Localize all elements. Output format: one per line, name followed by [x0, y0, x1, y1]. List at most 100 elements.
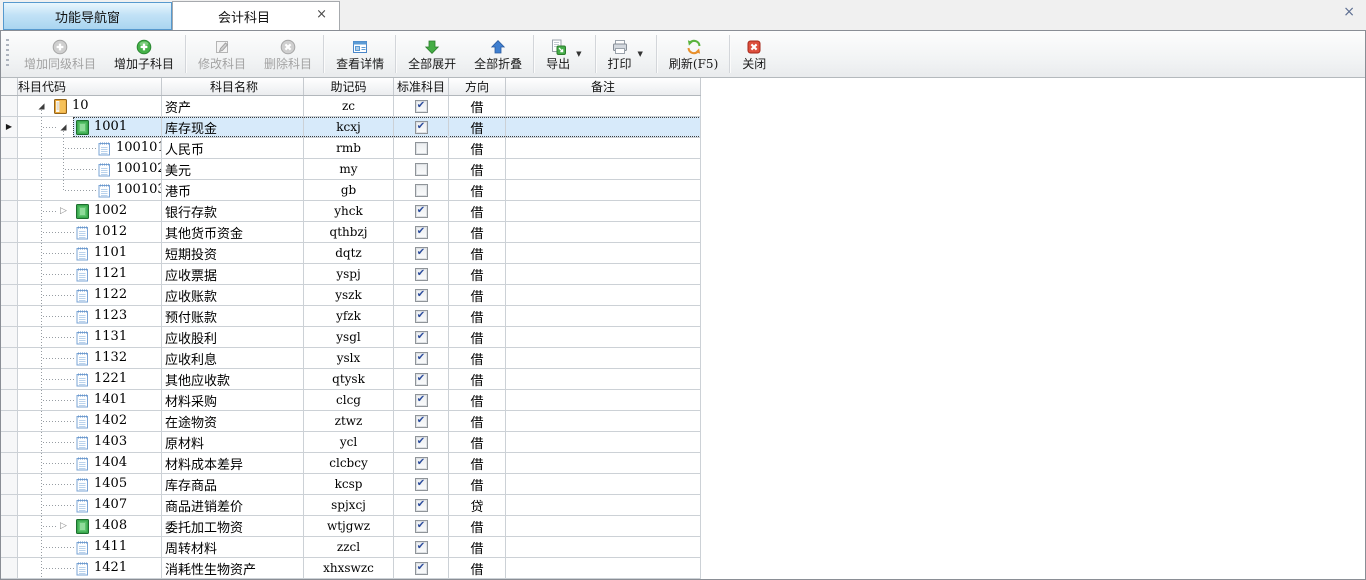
checkbox-check-icon: ✔ [417, 248, 425, 258]
tab-label: 会计科目 [218, 7, 270, 26]
standard-subject-checkbox[interactable] [415, 163, 428, 176]
tree-guide-tick [43, 127, 57, 128]
print-dropdown-caret[interactable]: ▼ [636, 50, 645, 58]
standard-subject-checkbox[interactable]: ✔ [415, 100, 428, 113]
standard-subject-checkbox[interactable]: ✔ [415, 415, 428, 428]
standard-subject-checkbox[interactable]: ✔ [415, 268, 428, 281]
table-row[interactable]: 100102美元my借 [1, 159, 701, 180]
table-row[interactable]: 1421消耗性生物资产xhxswzc✔借 [1, 558, 701, 579]
toolbar-button-refresh[interactable]: 刷新(F5) [660, 33, 727, 75]
subject-code-cell: 100103 [18, 180, 162, 200]
mnemonic-cell: wtjgwz [304, 516, 394, 536]
standard-subject-checkbox[interactable]: ✔ [415, 373, 428, 386]
toolbar-button-collapse-all[interactable]: 全部折叠 [465, 33, 531, 75]
window-close-icon[interactable]: × [1343, 4, 1355, 20]
standard-subject-checkbox[interactable]: ✔ [415, 226, 428, 239]
table-row[interactable]: 1403原材料ycl✔借 [1, 432, 701, 453]
remark-cell [506, 537, 701, 557]
checkbox-check-icon: ✔ [417, 122, 425, 132]
column-header-dir[interactable]: 方向 [449, 78, 506, 95]
toolbar-button-label: 修改科目 [198, 58, 246, 70]
expand-node-icon[interactable]: ▷ [58, 521, 69, 531]
table-row[interactable]: 1411周转材料zzcl✔借 [1, 537, 701, 558]
standard-subject-checkbox[interactable]: ✔ [415, 121, 428, 134]
table-row[interactable]: 1122应收账款yszk✔借 [1, 285, 701, 306]
mnemonic-cell: gb [304, 180, 394, 200]
column-header-remark[interactable]: 备注 [506, 78, 701, 95]
export-dropdown-caret[interactable]: ▼ [574, 50, 583, 58]
standard-subject-checkbox[interactable]: ✔ [415, 520, 428, 533]
collapse-node-icon[interactable]: ◢ [36, 102, 47, 111]
subject-name-cell: 预付账款 [162, 306, 304, 326]
table-row[interactable]: 1132应收利息yslx✔借 [1, 348, 701, 369]
standard-subject-checkbox[interactable]: ✔ [415, 394, 428, 407]
tab-close-icon[interactable]: × [316, 8, 327, 21]
standard-subject-checkbox[interactable]: ✔ [415, 562, 428, 575]
column-header-code[interactable]: 科目代码 [18, 78, 162, 95]
table-row[interactable]: 1407商品进销差价spjxcj✔贷 [1, 495, 701, 516]
standard-subject-checkbox[interactable]: ✔ [415, 478, 428, 491]
table-row[interactable]: 1401材料采购clcg✔借 [1, 390, 701, 411]
direction-cell: 借 [449, 369, 506, 389]
direction-cell: 借 [449, 432, 506, 452]
mnemonic-cell: ztwz [304, 411, 394, 431]
standard-subject-checkbox[interactable] [415, 184, 428, 197]
toolbar-button-edit[interactable]: 修改科目 [189, 33, 255, 75]
tree-guide-line [41, 264, 42, 284]
column-header-std[interactable]: 标准科目 [394, 78, 449, 95]
expand-node-icon[interactable]: ▷ [58, 206, 69, 216]
row-indicator-cell [1, 453, 18, 473]
toolbar-button-export[interactable]: 导出▼ [537, 33, 592, 75]
standard-subject-checkbox[interactable]: ✔ [415, 499, 428, 512]
subject-code: 1121 [94, 264, 127, 284]
direction-cell: 借 [449, 453, 506, 473]
table-row[interactable]: 1221其他应收款qtysk✔借 [1, 369, 701, 390]
table-row[interactable]: 1405库存商品kcsp✔借 [1, 474, 701, 495]
standard-subject-checkbox[interactable]: ✔ [415, 310, 428, 323]
standard-subject-checkbox[interactable]: ✔ [415, 541, 428, 554]
tab-accounting-subjects[interactable]: 会计科目 × [172, 1, 340, 30]
standard-subject-checkbox[interactable]: ✔ [415, 205, 428, 218]
table-row[interactable]: ◢10资产zc✔借 [1, 96, 701, 117]
table-row[interactable]: 100103港币gb借 [1, 180, 701, 201]
column-header-name[interactable]: 科目名称 [162, 78, 304, 95]
table-row[interactable]: 1402在途物资ztwz✔借 [1, 411, 701, 432]
row-indicator-cell [1, 369, 18, 389]
standard-subject-checkbox[interactable]: ✔ [415, 331, 428, 344]
toolbar-button-view-details[interactable]: 查看详情 [327, 33, 393, 75]
toolbar-button-delete[interactable]: 删除科目 [255, 33, 321, 75]
sheet-icon [76, 267, 89, 282]
column-header-mnem[interactable]: 助记码 [304, 78, 394, 95]
toolbar-button-add-sibling[interactable]: 增加同级科目 [15, 33, 105, 75]
table-row[interactable]: 1404材料成本差异clcbcy✔借 [1, 453, 701, 474]
toolbar-button-print[interactable]: 打印▼ [599, 33, 654, 75]
standard-subject-checkbox[interactable]: ✔ [415, 436, 428, 449]
subject-code-cell: 1401 [18, 390, 162, 410]
standard-subject-checkbox[interactable]: ✔ [415, 457, 428, 470]
tree-guide-line [41, 285, 42, 305]
table-row[interactable]: 1121应收票据yspj✔借 [1, 264, 701, 285]
table-row[interactable]: 100101人民币rmb借 [1, 138, 701, 159]
remark-cell [506, 117, 701, 137]
tab-function-nav[interactable]: 功能导航窗 [3, 2, 172, 30]
table-row[interactable]: 1131应收股利ysgl✔借 [1, 327, 701, 348]
mnemonic-cell: yslx [304, 348, 394, 368]
standard-subject-checkbox[interactable]: ✔ [415, 289, 428, 302]
tree-guide-line [41, 159, 42, 179]
table-row[interactable]: ▶◢1001库存现金kcxj✔借 [1, 117, 701, 138]
remark-cell [506, 432, 701, 452]
standard-subject-checkbox[interactable] [415, 142, 428, 155]
table-row[interactable]: ▷1408委托加工物资wtjgwz✔借 [1, 516, 701, 537]
subject-code-cell: 1405 [18, 474, 162, 494]
toolbar-button-close[interactable]: 关闭 [733, 33, 775, 75]
collapse-node-icon[interactable]: ◢ [58, 123, 69, 132]
table-row[interactable]: 1012其他货币资金qthbzj✔借 [1, 222, 701, 243]
table-row[interactable]: 1123预付账款yfzk✔借 [1, 306, 701, 327]
standard-subject-checkbox[interactable]: ✔ [415, 352, 428, 365]
toolbar-grip-icon[interactable] [6, 39, 9, 69]
toolbar-button-add-child[interactable]: 增加子科目 [105, 33, 183, 75]
standard-subject-checkbox[interactable]: ✔ [415, 247, 428, 260]
table-row[interactable]: 1101短期投资dqtz✔借 [1, 243, 701, 264]
table-row[interactable]: ▷1002银行存款yhck✔借 [1, 201, 701, 222]
toolbar-button-expand-all[interactable]: 全部展开 [399, 33, 465, 75]
